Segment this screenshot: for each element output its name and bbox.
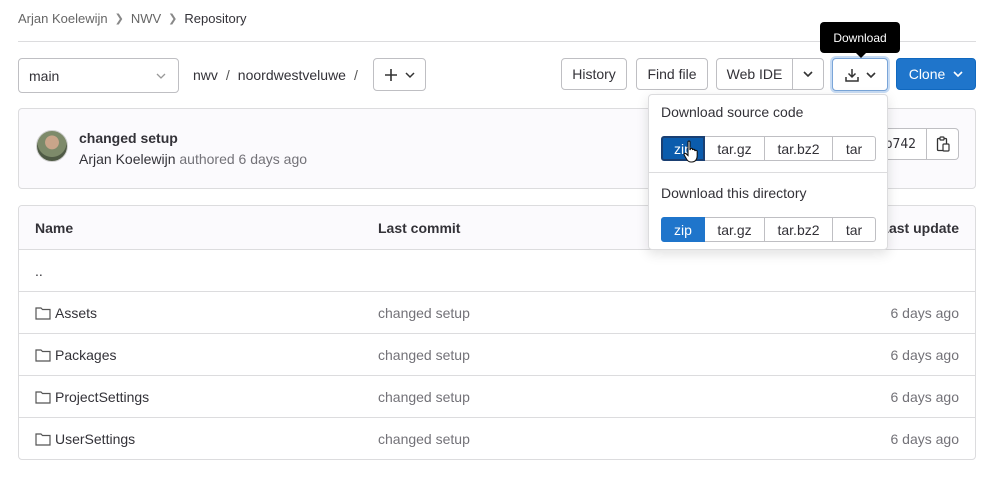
last-update-cell: 6 days ago [890,346,960,363]
avatar[interactable] [36,130,68,162]
table-row[interactable]: ProjectSettings changed setup 6 days ago [19,376,975,418]
breadcrumb-item-user[interactable]: Arjan Koelewijn [18,11,108,26]
chevron-down-icon [405,71,415,78]
download-directory-tar-button[interactable]: tar [833,217,876,242]
download-directory-zip-button[interactable]: zip [661,217,705,242]
dropdown-divider [649,172,887,173]
find-file-button[interactable]: Find file [636,58,708,90]
path-segment-root[interactable]: nwv [193,67,218,83]
hand-cursor-icon [683,140,698,163]
history-button[interactable]: History [561,58,627,90]
folder-icon [35,306,51,320]
table-row[interactable]: Assets changed setup 6 days ago [19,292,975,334]
web-ide-button[interactable]: Web IDE [716,58,793,90]
branch-label: main [29,67,60,84]
repo-path: nwv / noordwestveluwe / [193,67,358,83]
file-name[interactable]: UserSettings [55,431,135,447]
breadcrumb-item-project[interactable]: NWV [131,11,161,26]
folder-icon [35,433,51,446]
download-icon [845,68,859,82]
download-tooltip: Download [820,22,900,58]
column-header-last-update: Last update [880,219,959,236]
copy-icon [936,136,950,152]
file-name[interactable]: ProjectSettings [55,389,149,405]
path-segment-dir[interactable]: noordwestveluwe [238,67,346,83]
clone-label: Clone [908,66,946,82]
commit-author[interactable]: Arjan Koelewijn [79,151,176,167]
download-directory-targz-button[interactable]: tar.gz [705,217,765,242]
parent-directory-link[interactable]: .. [35,263,43,279]
download-source-tar-button[interactable]: tar [833,136,876,161]
file-name[interactable]: Assets [55,305,97,321]
branch-selector[interactable]: main [18,58,179,93]
column-header-name: Name [35,219,74,236]
download-source-targz-button[interactable]: tar.gz [705,136,765,161]
last-commit-cell[interactable]: changed setup [378,389,470,405]
folder-icon [35,348,51,362]
web-ide-dropdown-button[interactable] [792,58,824,90]
file-name-cell[interactable]: UserSettings [35,431,135,447]
commit-meta: Arjan Koelewijn authored 6 days ago [79,151,307,167]
file-name[interactable]: Packages [55,347,116,363]
last-update-cell: 6 days ago [890,304,960,321]
download-button[interactable] [832,58,888,91]
breadcrumb-current[interactable]: Repository [184,11,246,26]
last-commit-cell[interactable]: changed setup [378,347,470,363]
table-row[interactable]: Packages changed setup 6 days ago [19,334,975,376]
file-name-cell[interactable]: ProjectSettings [35,389,149,405]
chevron-down-icon [866,71,876,78]
chevron-down-icon [803,71,813,78]
breadcrumb: Arjan Koelewijn ❯ NWV ❯ Repository [18,11,247,26]
download-source-heading: Download source code [661,104,804,120]
last-update-cell: 6 days ago [890,431,960,447]
folder-icon [35,390,51,404]
path-separator: / [353,67,358,83]
download-directory-heading: Download this directory [661,185,807,201]
chevron-down-icon [156,73,166,79]
add-to-tree-button[interactable] [373,58,426,91]
last-commit-cell[interactable]: changed setup [378,305,470,321]
commit-authored-time: authored 6 days ago [179,151,308,167]
path-separator: / [225,67,230,83]
chevron-right-icon: ❯ [114,13,124,25]
download-dropdown-menu: Download source code zip tar.gz tar.bz2 … [648,94,888,250]
download-directory-tarbz2-button[interactable]: tar.bz2 [765,217,833,242]
commit-title[interactable]: changed setup [79,130,178,146]
chevron-right-icon: ❯ [168,13,178,25]
last-commit-cell[interactable]: changed setup [378,431,470,447]
download-source-tarbz2-button[interactable]: tar.bz2 [765,136,833,161]
file-name-cell[interactable]: Assets [35,305,97,321]
column-header-last-commit: Last commit [378,219,461,236]
plus-icon [385,68,397,81]
copy-sha-button[interactable] [927,128,959,160]
file-name-cell[interactable]: Packages [35,347,116,363]
table-row-parent[interactable]: .. [19,250,975,292]
table-row[interactable]: UserSettings changed setup 6 days ago [19,418,975,459]
download-directory-format-group: zip tar.gz tar.bz2 tar [661,217,876,242]
chevron-down-icon [953,71,963,78]
clone-button[interactable]: Clone [896,58,976,90]
last-update-cell: 6 days ago [890,388,960,405]
